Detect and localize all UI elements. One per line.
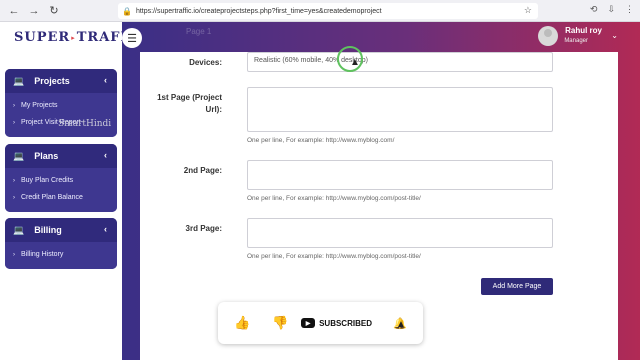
chevron-left-icon: ‹	[104, 75, 107, 85]
sidebar-header-plans[interactable]: 💻 Plans ‹	[5, 144, 117, 168]
forward-icon[interactable]: →	[24, 1, 44, 21]
devices-select[interactable]: Realistic (60% mobile, 40% desktop)	[247, 52, 553, 72]
app-header: SUPER ▸ TRAFFIC ☰ Page 1 Rahul roy Manag…	[0, 22, 640, 52]
mouse-cursor-icon: ▲	[350, 57, 360, 68]
bullet-icon: ›	[13, 194, 15, 201]
page3-url-textarea[interactable]	[247, 218, 553, 248]
sidebar-title-billing: Billing	[34, 225, 62, 235]
sidebar-item-credit-plan-balance[interactable]: › Credit Plan Balance	[5, 189, 117, 206]
back-icon[interactable]: ←	[4, 1, 24, 21]
user-name[interactable]: Rahul roy	[565, 26, 602, 35]
chevron-left-icon: ‹	[104, 150, 107, 160]
add-more-page-button[interactable]: Add More Page	[481, 278, 553, 295]
browser-toolbar: ← → ↻ 🔒 https://supertraffic.io/createpr…	[0, 0, 640, 22]
lock-icon: 🔒	[122, 6, 132, 16]
page3-label: 3rd Page:	[185, 224, 222, 233]
menu-icon[interactable]: ⋮	[625, 4, 634, 15]
bullet-icon: ›	[13, 119, 15, 126]
avatar[interactable]	[538, 26, 558, 46]
page1-url-textarea[interactable]	[247, 87, 553, 132]
bullet-icon: ›	[13, 102, 15, 109]
thumbs-up-icon[interactable]: 👍	[234, 315, 272, 331]
watermark: SmartHindi	[58, 119, 112, 129]
logo[interactable]: SUPER ▸ TRAFFIC	[0, 22, 148, 52]
page1-label: 1st Page (Project Url):	[157, 93, 222, 114]
sidebar-header-projects[interactable]: 💻 Projects ‹	[5, 69, 117, 93]
sidebar-header-billing[interactable]: 💻 Billing ‹	[5, 218, 117, 242]
subscribed-button[interactable]: ▶ SUBSCRIBED	[301, 318, 387, 328]
hamburger-menu-icon[interactable]: ☰	[122, 28, 142, 48]
logo-text-super: SUPER	[14, 29, 71, 45]
refresh-icon[interactable]: ↻	[44, 1, 64, 21]
thumbs-down-icon[interactable]: 👎	[272, 315, 301, 331]
top-bar: ☰ Page 1 Rahul roy Manager ⌄	[122, 22, 640, 52]
sidebar-title-plans: Plans	[34, 151, 59, 161]
url-text: https://supertraffic.io/createprojectste…	[135, 7, 382, 15]
sidebar-section-plans: 💻 Plans ‹ › Buy Plan Credits › Credit Plan…	[5, 144, 117, 212]
chevron-down-icon[interactable]: ⌄	[611, 31, 618, 40]
page1-hint: One per line, For example: http://www.my…	[247, 137, 395, 144]
sidebar-item-my-projects[interactable]: › My Projects	[5, 97, 117, 114]
mouse-cursor-icon: ▲	[396, 319, 406, 330]
sidebar: 💻 Projects ‹ › My Projects › Project Visit…	[0, 52, 122, 360]
devices-label: Devices:	[189, 58, 222, 67]
laptop-icon: 💻	[13, 150, 25, 161]
address-bar[interactable]: 🔒 https://supertraffic.io/createprojects…	[118, 3, 538, 19]
bookmark-star-icon[interactable]: ☆	[524, 5, 532, 16]
page3-hint: One per line, For example: http://www.my…	[247, 253, 421, 260]
laptop-icon: 💻	[13, 224, 25, 235]
sidebar-section-billing: 💻 Billing ‹ › Billing History	[5, 218, 117, 269]
sidebar-title-projects: Projects	[34, 76, 70, 86]
chevron-left-icon: ‹	[104, 224, 107, 234]
youtube-icon: ▶	[301, 318, 316, 328]
logo-arrow-icon: ▸	[71, 32, 76, 42]
laptop-icon: 💻	[13, 75, 25, 86]
sidebar-item-buy-plan-credits[interactable]: › Buy Plan Credits	[5, 172, 117, 189]
bullet-icon: ›	[13, 177, 15, 184]
bullet-icon: ›	[13, 251, 15, 258]
sidebar-item-billing-history[interactable]: › Billing History	[5, 246, 117, 263]
page2-url-textarea[interactable]	[247, 160, 553, 190]
history-icon[interactable]: ⟲	[590, 4, 598, 15]
browser-extensions: ⟲ ⇩ ⋮	[590, 4, 634, 15]
page-crumb: Page 1	[186, 27, 212, 36]
download-icon[interactable]: ⇩	[607, 4, 615, 15]
page2-hint: One per line, For example: http://www.my…	[247, 195, 421, 202]
subscribe-overlay: 👍 👎 ▶ SUBSCRIBED 🔔	[218, 302, 423, 344]
user-role: Manager	[564, 38, 588, 44]
page2-label: 2nd Page:	[183, 166, 222, 175]
